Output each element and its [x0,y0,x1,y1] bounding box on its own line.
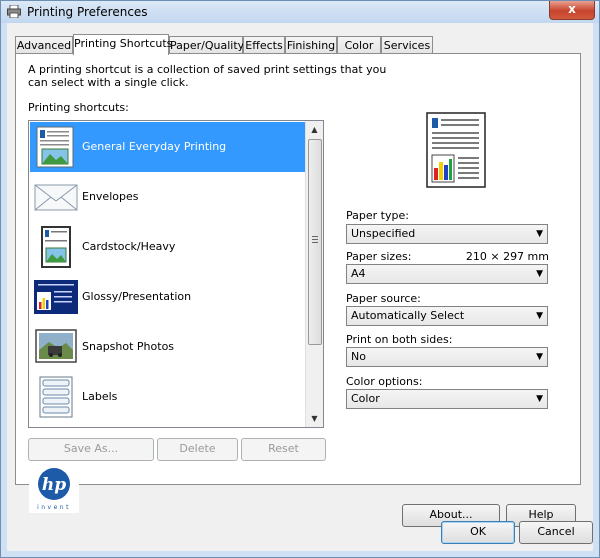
color-options-label: Color options: [346,375,423,388]
shortcut-snapshot[interactable]: Snapshot Photos [30,322,306,372]
close-button[interactable]: x [549,1,595,20]
shortcut-cardstock[interactable]: Cardstock/Heavy [30,222,306,272]
hp-invent-logo: hp invent [29,467,79,513]
shortcut-glossy[interactable]: Glossy/Presentation [30,272,306,322]
paper-sizes-value: A4 [351,267,366,280]
page-preview-icon [426,112,486,188]
both-sides-select[interactable]: No ▼ [346,347,548,367]
envelope-icon [34,184,78,211]
shortcuts-label: Printing shortcuts: [28,101,129,114]
paper-source-label: Paper source: [346,292,421,305]
tab-paper-quality[interactable]: Paper/Quality [169,36,244,54]
paper-type-label: Paper type: [346,209,409,222]
chevron-down-icon: ▼ [536,352,543,362]
delete-button[interactable]: Delete [157,438,238,461]
grip-icon [312,236,318,245]
both-sides-value: No [351,350,366,363]
tab-services[interactable]: Services [381,36,433,54]
paper-size-dimension: 210 × 297 mm [465,250,549,263]
printer-icon [7,5,21,18]
paper-source-select[interactable]: Automatically Select ▼ [346,306,548,326]
shortcut-label: Labels [82,390,118,403]
presentation-icon [34,280,78,314]
paper-type-value: Unspecified [351,227,416,240]
paper-source-value: Automatically Select [351,309,465,322]
shortcut-label: Glossy/Presentation [82,290,192,303]
chevron-down-icon: ▼ [536,269,543,279]
shortcuts-panel: A printing shortcut is a collection of s… [15,53,581,527]
shortcut-label: Envelopes [82,190,139,203]
reset-button[interactable]: Reset [241,438,326,461]
shortcuts-list[interactable]: General Everyday Printing Envelopes Card… [28,120,324,428]
cancel-button[interactable]: Cancel [519,521,593,544]
shortcut-label: Snapshot Photos [82,340,175,353]
paper-sizes-select[interactable]: A4 ▼ [346,264,548,284]
title-bar[interactable]: Printing Preferences x [1,1,599,23]
tab-effects[interactable]: Effects [243,36,285,54]
printing-preferences-window: Printing Preferences x Advanced Printing… [0,0,600,558]
scroll-up-icon[interactable]: ▲ [306,121,323,138]
chevron-down-icon: ▼ [536,394,543,404]
paper-sizes-label: Paper sizes: [346,250,412,263]
window-title: Printing Preferences [27,5,148,19]
scroll-down-icon[interactable]: ▼ [306,410,323,427]
shortcut-general-everyday[interactable]: General Everyday Printing [30,122,306,172]
scroll-thumb[interactable] [308,139,322,345]
list-scrollbar[interactable]: ▲ ▼ [305,121,323,427]
hp-logo-text: hp [42,475,66,495]
color-options-value: Color [351,392,380,405]
document-image-icon [36,126,74,168]
chevron-down-icon: ▼ [536,229,543,239]
ok-button[interactable]: OK [441,521,515,544]
cardstock-icon [41,226,71,268]
paper-type-select[interactable]: Unspecified ▼ [346,224,548,244]
shortcut-labels[interactable]: Labels [30,372,306,422]
dialog-client: Advanced Printing Shortcuts Paper/Qualit… [7,23,593,551]
tab-advanced[interactable]: Advanced [15,36,73,54]
tab-printing-shortcuts[interactable]: Printing Shortcuts [73,34,172,55]
chevron-down-icon: ▼ [536,311,543,321]
both-sides-label: Print on both sides: [346,333,453,346]
tab-finishing[interactable]: Finishing [285,36,337,54]
save-as-button[interactable]: Save As... [28,438,154,461]
labels-icon [39,376,73,418]
tab-color[interactable]: Color [337,36,381,54]
color-options-select[interactable]: Color ▼ [346,389,548,409]
shortcut-envelopes[interactable]: Envelopes [30,172,306,222]
shortcut-label: General Everyday Printing [82,140,227,153]
intro-text: A printing shortcut is a collection of s… [28,63,387,89]
photo-icon [35,329,77,363]
hp-tagline: invent [37,504,71,511]
shortcut-label: Cardstock/Heavy [82,240,176,253]
